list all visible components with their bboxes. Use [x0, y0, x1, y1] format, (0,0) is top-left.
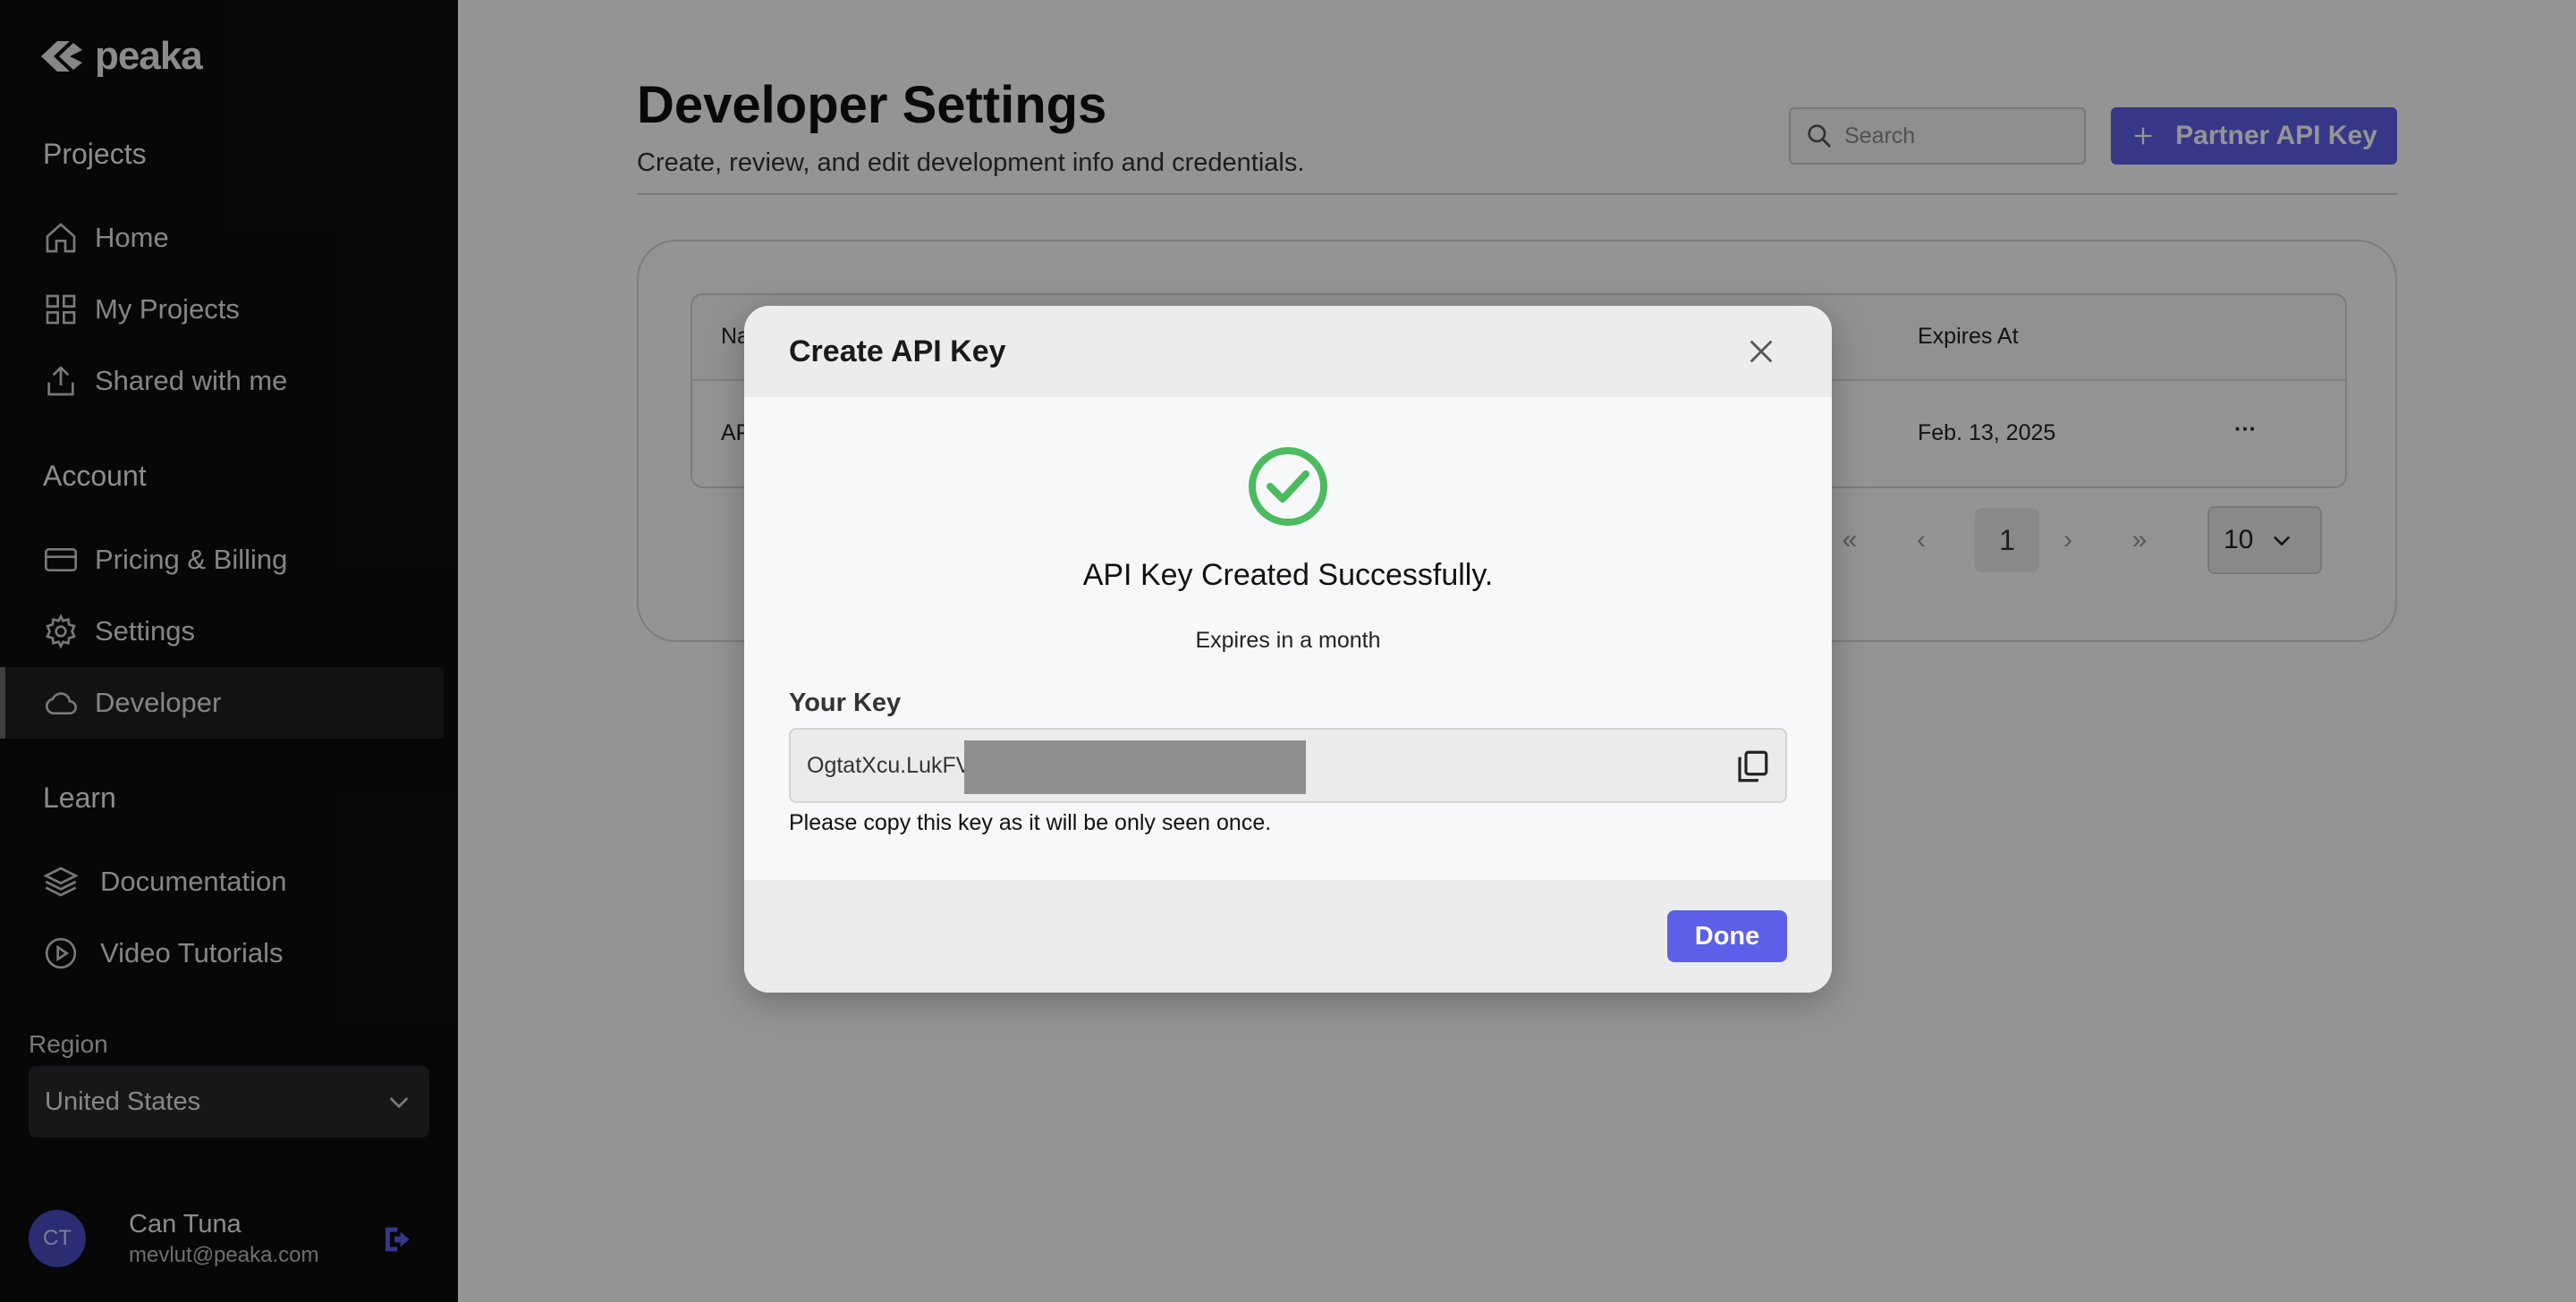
create-api-key-modal: Create API Key API Key Created Successfu…	[744, 306, 1832, 993]
modal-title: Create API Key	[789, 334, 1006, 368]
modal-header: Create API Key	[744, 306, 1832, 397]
key-label: Your Key	[789, 689, 902, 717]
copy-icon[interactable]	[1733, 748, 1771, 785]
done-button[interactable]: Done	[1667, 910, 1787, 962]
check-circle-icon	[1249, 447, 1327, 526]
close-icon[interactable]	[1746, 336, 1776, 367]
key-hint: Please copy this key as it will be only …	[789, 810, 1272, 835]
modal-footer: Done	[744, 880, 1832, 993]
api-key-field[interactable]: OgtatXcu.LukFV	[789, 728, 1787, 803]
expires-message: Expires in a month	[1195, 628, 1381, 653]
api-key-redaction	[964, 740, 1306, 794]
success-message: API Key Created Successfully.	[1082, 558, 1494, 592]
api-key-value: OgtatXcu.LukFV	[807, 753, 971, 778]
